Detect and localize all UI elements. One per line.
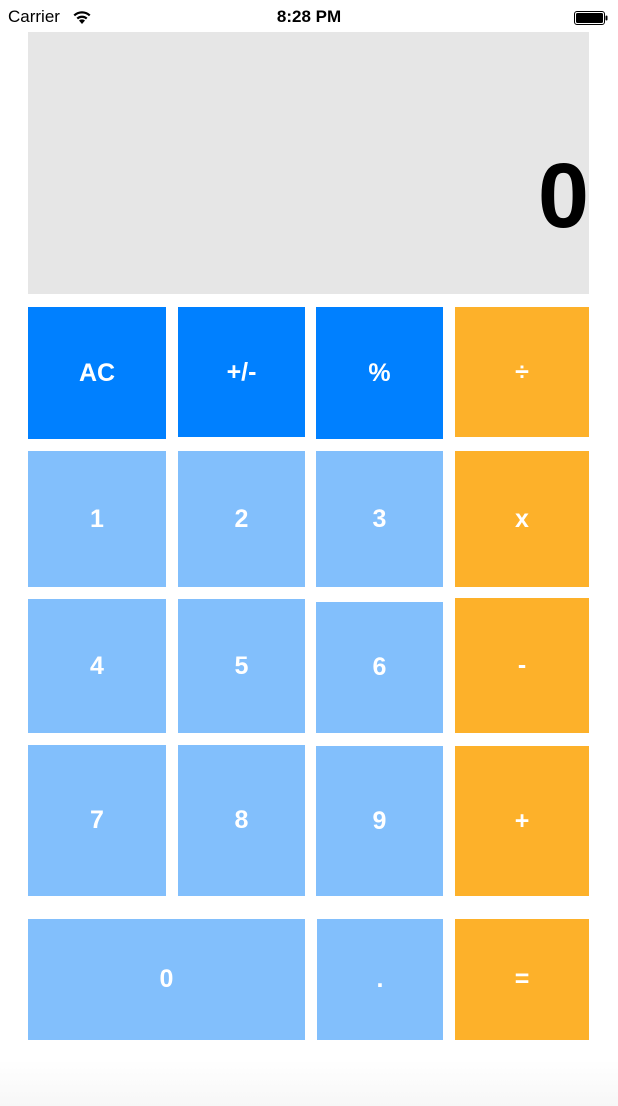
digit-8-button[interactable]: 8	[178, 745, 305, 896]
calculator-display: 0	[28, 32, 589, 294]
display-value: 0	[537, 145, 589, 247]
clear-button[interactable]: AC	[28, 307, 166, 439]
digit-5-button[interactable]: 5	[178, 599, 305, 733]
digit-0-button[interactable]: 0	[28, 919, 305, 1040]
status-bar: Carrier 8:28 PM	[0, 0, 618, 34]
multiply-button[interactable]: x	[455, 451, 589, 587]
subtract-button[interactable]: -	[455, 598, 589, 733]
digit-3-button[interactable]: 3	[316, 451, 443, 587]
calculator-app: Carrier 8:28 PM 0 AC +/- % ÷ 1 2 3 x 4 5…	[0, 0, 618, 1106]
digit-6-button[interactable]: 6	[316, 602, 443, 733]
digit-9-button[interactable]: 9	[316, 746, 443, 896]
decimal-button[interactable]: .	[317, 919, 443, 1040]
equals-button[interactable]: =	[455, 919, 589, 1040]
digit-1-button[interactable]: 1	[28, 451, 166, 587]
digit-7-button[interactable]: 7	[28, 745, 166, 896]
digit-4-button[interactable]: 4	[28, 599, 166, 733]
divide-button[interactable]: ÷	[455, 307, 589, 437]
battery-icon	[574, 11, 608, 25]
digit-2-button[interactable]: 2	[178, 451, 305, 587]
plus-minus-button[interactable]: +/-	[178, 307, 305, 437]
add-button[interactable]: +	[455, 746, 589, 896]
percent-button[interactable]: %	[316, 307, 443, 439]
status-time: 8:28 PM	[276, 7, 342, 26]
